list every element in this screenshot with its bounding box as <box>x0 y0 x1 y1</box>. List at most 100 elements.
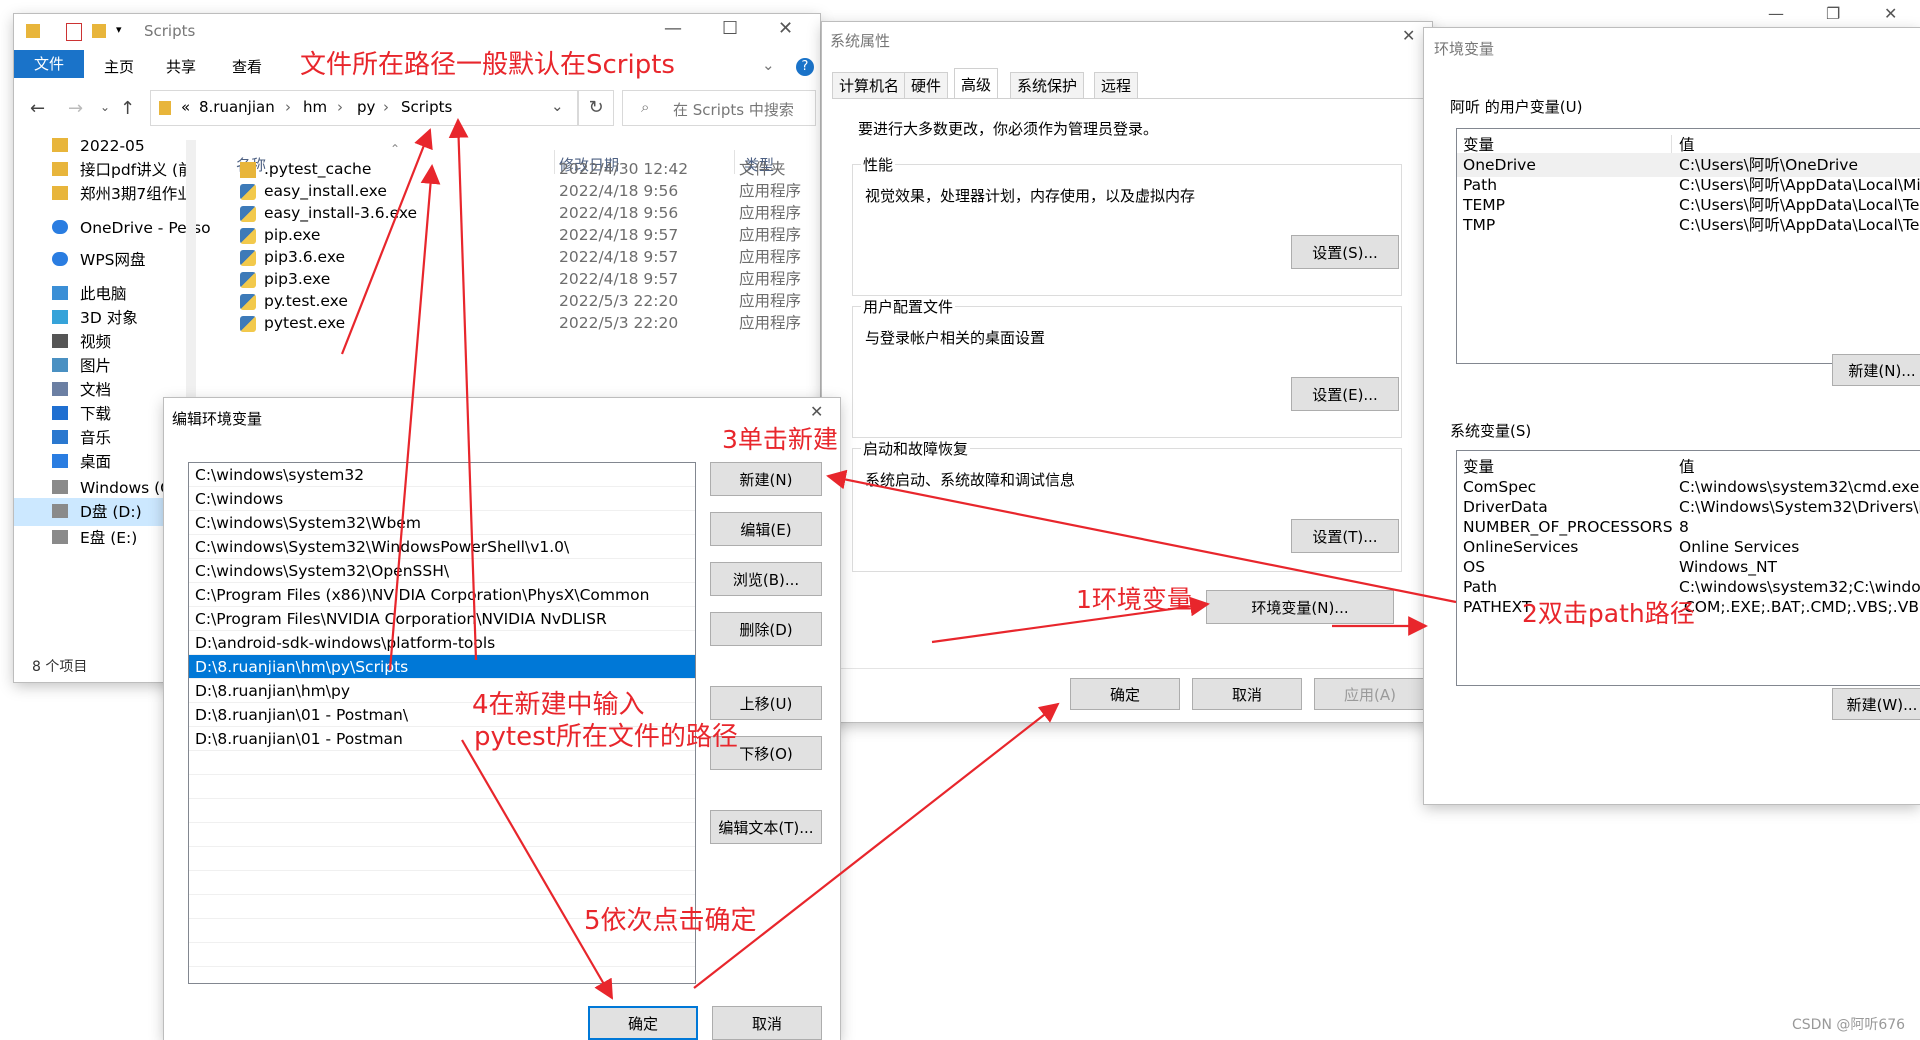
environment-variables-button[interactable]: 环境变量(N)... <box>1206 590 1394 624</box>
tab-hardware[interactable]: 硬件 <box>904 72 949 98</box>
sort-up-icon: ⌃ <box>390 142 401 156</box>
delete-path-button[interactable]: 删除(D) <box>710 612 822 646</box>
file-type: 应用程序 <box>739 314 802 332</box>
path-list-item[interactable]: C:\Program Files (x86)\NVIDIA Corporatio… <box>189 583 695 607</box>
path-list-empty-row[interactable] <box>189 847 695 871</box>
close-icon[interactable]: ✕ <box>778 18 793 39</box>
ribbon-tab-file[interactable]: 文件 <box>14 50 84 78</box>
performance-group: 性能 视觉效果，处理器计划，内存使用，以及虚拟内存 设置(S)... <box>852 154 1402 296</box>
background-minimize-icon[interactable]: — <box>1768 4 1784 23</box>
user-profiles-settings-button[interactable]: 设置(E)... <box>1291 377 1399 411</box>
background-close-icon[interactable]: ✕ <box>1884 4 1897 23</box>
path-list-item[interactable]: C:\windows\System32\OpenSSH\ <box>189 559 695 583</box>
performance-settings-button[interactable]: 设置(S)... <box>1291 235 1399 269</box>
tab-computer-name[interactable]: 计算机名 <box>832 72 907 98</box>
annotation-step4-line2: pytest所在文件的路径 <box>474 722 738 752</box>
sidebar-item-label: 桌面 <box>80 453 112 471</box>
expand-ribbon-icon[interactable]: ⌄ <box>762 56 775 74</box>
minimize-icon[interactable]: — <box>664 18 682 39</box>
edit-path-button[interactable]: 编辑(E) <box>710 512 822 546</box>
path-list-empty-row[interactable] <box>189 823 695 847</box>
back-icon[interactable]: ← <box>30 98 45 119</box>
edit-text-button[interactable]: 编辑文本(T)... <box>710 810 822 844</box>
system-variables-table[interactable]: 变量 值 ComSpec C:\windows\system32\cmd.exe D… <box>1456 450 1920 686</box>
apply-button[interactable]: 应用(A) <box>1314 678 1426 710</box>
maximize-icon[interactable]: ☐ <box>722 18 738 39</box>
cancel-button[interactable]: 取消 <box>1192 678 1302 710</box>
group-title: 用户配置文件 <box>861 296 956 317</box>
tab-remote[interactable]: 远程 <box>1094 72 1139 98</box>
annotation-step3: 3单击新建 <box>722 425 838 454</box>
path-list-item[interactable]: C:\windows <box>189 487 695 511</box>
group-description: 与登录帐户相关的桌面设置 <box>865 329 1046 347</box>
path-list-empty-row[interactable] <box>189 751 695 775</box>
user-variables-table[interactable]: 变量 值 OneDrive C:\Users\阿听\OneDrive Path C:\… <box>1456 128 1920 364</box>
path-list-empty-row[interactable] <box>189 943 695 967</box>
annotation-step1: 1环境变量 <box>1076 585 1192 614</box>
quick-access-dropdown-icon[interactable]: ▾ <box>116 23 122 36</box>
move-up-button[interactable]: 上移(U) <box>710 686 822 720</box>
drive-icon <box>52 530 68 544</box>
path-list-item[interactable]: C:\windows\System32\WindowsPowerShell\v1… <box>189 535 695 559</box>
file-name: pytest.exe <box>264 314 346 332</box>
background-maximize-icon[interactable]: ❐ <box>1826 4 1840 23</box>
dialog-footer-divider <box>832 668 1426 669</box>
path-list-item[interactable]: D:\8.ruanjian\hm\py\Scripts <box>189 655 695 679</box>
path-list-item[interactable]: C:\Program Files\NVIDIA Corporation\NVID… <box>189 607 695 631</box>
environment-variables-title: 环境变量 <box>1434 40 1495 58</box>
path-list-item[interactable]: D:\android-sdk-windows\platform-tools <box>189 631 695 655</box>
path-list-empty-row[interactable] <box>189 871 695 895</box>
group-title: 启动和故障恢复 <box>861 438 971 459</box>
system-new-button[interactable]: 新建(W)... <box>1832 688 1920 720</box>
search-input[interactable]: ⌕ 在 Scripts 中搜索 <box>622 90 816 126</box>
up-icon[interactable]: ↑ <box>120 98 135 119</box>
ribbon-tab-view[interactable]: 查看 <box>232 56 262 77</box>
user-new-button[interactable]: 新建(N)... <box>1832 354 1920 386</box>
help-icon[interactable]: ? <box>796 58 814 76</box>
new-folder-icon[interactable] <box>92 24 106 38</box>
ribbon-tab-share[interactable]: 共享 <box>166 56 196 77</box>
cancel-button[interactable]: 取消 <box>712 1006 822 1040</box>
startup-recovery-settings-button[interactable]: 设置(T)... <box>1291 519 1399 553</box>
explorer-titlebar: ▾ Scripts — ☐ ✕ <box>14 14 820 48</box>
refresh-button[interactable]: ↻ <box>578 90 614 126</box>
tab-advanced[interactable]: 高级 <box>954 68 999 98</box>
python-icon <box>240 206 256 222</box>
python-icon <box>240 272 256 288</box>
path-list-item[interactable]: C:\windows\System32\Wbem <box>189 511 695 535</box>
file-list: 名称 ⌃ 修改日期 类型 .pytest_cache2022/4/30 12:4… <box>14 132 820 342</box>
user-profiles-group: 用户配置文件 与登录帐户相关的桌面设置 设置(E)... <box>852 296 1402 438</box>
properties-icon[interactable] <box>66 23 82 41</box>
tab-system-protection[interactable]: 系统保护 <box>1010 72 1085 98</box>
browse-button[interactable]: 浏览(B)... <box>710 562 822 596</box>
folder-icon <box>240 162 256 178</box>
address-bar[interactable]: « 8.ruanjian › hm › py › Scripts ⌄ <box>150 90 578 126</box>
path-list-empty-row[interactable] <box>189 799 695 823</box>
folder-icon <box>26 24 40 38</box>
tab-strip: 计算机名 硬件 高级 系统保护 远程 <box>832 68 1426 98</box>
breadcrumb-item[interactable]: Scripts <box>401 98 452 116</box>
ribbon-tab-home[interactable]: 主页 <box>104 56 134 77</box>
admin-note: 要进行大多数更改，你必须作为管理员登录。 <box>858 120 1159 138</box>
file-row[interactable]: pytest.exe 2022/5/3 22:20 应用程序 <box>14 310 820 337</box>
variable-value: .COM;.EXE;.BAT;.CMD;.VBS;.VBE;. <box>1679 598 1920 616</box>
header-divider <box>1671 135 1672 155</box>
breadcrumb-item[interactable]: py <box>357 98 375 116</box>
breadcrumb-item[interactable]: hm <box>303 98 327 116</box>
breadcrumb-item[interactable]: 8.ruanjian <box>199 98 275 116</box>
recent-dropdown-icon[interactable]: ⌄ <box>100 100 110 114</box>
close-icon[interactable]: ✕ <box>810 402 823 421</box>
user-variable-row[interactable]: TMP C:\Users\阿听\AppData\Local\Ten <box>1457 213 1920 237</box>
chevron-down-icon[interactable]: ⌄ <box>551 97 564 115</box>
download-icon <box>52 406 68 420</box>
group-title: 性能 <box>861 154 896 175</box>
ok-button[interactable]: 确定 <box>1070 678 1180 710</box>
desktop-icon <box>52 454 68 468</box>
path-list-item[interactable]: C:\windows\system32 <box>189 463 695 487</box>
path-list-empty-row[interactable] <box>189 775 695 799</box>
forward-icon[interactable]: → <box>68 98 83 119</box>
close-icon[interactable]: ✕ <box>1402 26 1415 45</box>
ok-button[interactable]: 确定 <box>588 1006 698 1040</box>
new-path-button[interactable]: 新建(N) <box>710 462 822 496</box>
drive-icon <box>52 504 68 518</box>
